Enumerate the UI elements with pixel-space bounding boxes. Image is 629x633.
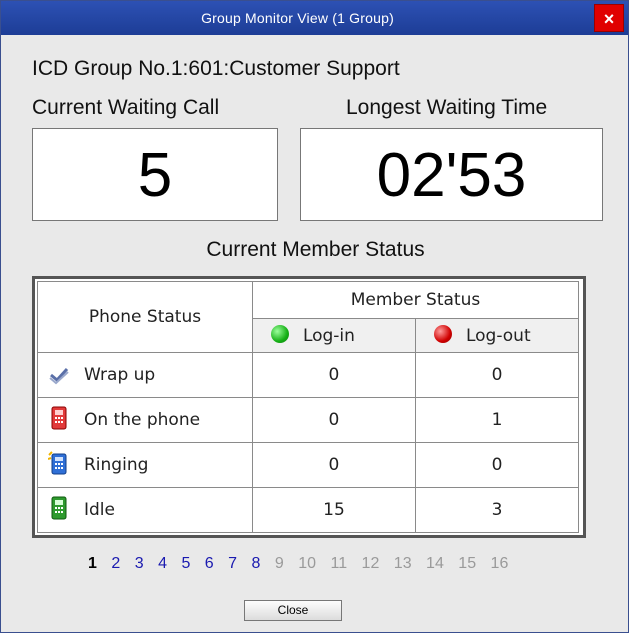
window-title: Group Monitor View (1 Group) (201, 10, 394, 26)
row-label-cell: Idle (37, 487, 253, 533)
table-row: Wrap up 0 0 (37, 352, 580, 398)
table-row: Ringing 0 0 (37, 442, 580, 488)
group-pager: 1 2 3 4 5 6 7 8 9 10 11 12 13 14 15 16 (88, 555, 518, 573)
login-status-icon (270, 324, 289, 343)
wrap-up-icon (48, 361, 70, 385)
page-link-11: 11 (330, 555, 348, 572)
logout-count-cell: 3 (414, 487, 580, 533)
row-label-cell: Wrap up (37, 352, 253, 398)
page-link-2[interactable]: 2 (111, 555, 120, 573)
page-link-1[interactable]: 1 (88, 555, 97, 573)
longest-waiting-time-value: 02'53 (300, 128, 603, 221)
logout-header-label: Log-out (465, 325, 531, 346)
phone-status-header: Phone Status (37, 281, 253, 353)
page-link-4[interactable]: 4 (158, 555, 167, 573)
page-link-14: 14 (426, 555, 444, 572)
current-waiting-call-label: Current Waiting Call (32, 96, 220, 119)
idle-icon (48, 496, 70, 520)
on-the-phone-icon (48, 406, 70, 430)
table-row: Idle 15 3 (37, 487, 580, 533)
login-count-cell: 15 (251, 487, 416, 533)
page-link-6[interactable]: 6 (205, 555, 214, 573)
login-header-label: Log-in (302, 325, 355, 346)
longest-waiting-time-label: Longest Waiting Time (346, 96, 548, 119)
close-button[interactable]: Close (244, 600, 342, 621)
page-link-16: 16 (490, 555, 509, 572)
login-header: Log-in (251, 318, 416, 353)
page-link-9: 9 (274, 555, 284, 572)
current-member-status-title: Current Member Status (206, 238, 425, 261)
member-status-table-frame: Phone Status Member Status Log-in Log-ou… (32, 276, 586, 538)
page-link-8[interactable]: 8 (252, 555, 261, 573)
row-label: Wrap up (84, 365, 156, 385)
logout-count-cell: 0 (414, 352, 580, 398)
page-link-7[interactable]: 7 (228, 555, 237, 573)
ringing-icon (47, 451, 70, 475)
login-count-cell: 0 (251, 352, 416, 398)
row-label: On the phone (84, 410, 201, 430)
page-link-3[interactable]: 3 (135, 555, 144, 573)
row-label: Ringing (84, 455, 149, 475)
table-row: On the phone 0 1 (37, 397, 580, 443)
member-status-header: Member Status (251, 281, 580, 319)
login-count-cell: 0 (251, 442, 416, 488)
group-monitor-window: Group Monitor View (1 Group) × ICD Group… (0, 0, 629, 633)
page-link-13: 13 (393, 555, 412, 572)
page-link-5[interactable]: 5 (181, 555, 190, 573)
member-status-table: Phone Status Member Status Log-in Log-ou… (37, 281, 580, 533)
window-close-icon[interactable]: × (594, 4, 624, 32)
logout-count-cell: 0 (414, 442, 580, 488)
page-link-10: 10 (298, 555, 317, 572)
login-count-cell: 0 (251, 397, 416, 443)
current-waiting-call-value: 5 (32, 128, 278, 221)
page-link-12: 12 (361, 555, 380, 572)
page-link-15: 15 (458, 555, 477, 572)
row-label-cell: On the phone (37, 397, 253, 443)
row-label-cell: Ringing (37, 442, 253, 488)
group-title: ICD Group No.1:601:Customer Support (32, 57, 400, 80)
logout-status-icon (433, 324, 452, 343)
row-label: Idle (84, 500, 115, 520)
logout-count-cell: 1 (414, 397, 580, 443)
title-bar[interactable]: Group Monitor View (1 Group) × (1, 1, 628, 35)
logout-header: Log-out (414, 318, 580, 353)
